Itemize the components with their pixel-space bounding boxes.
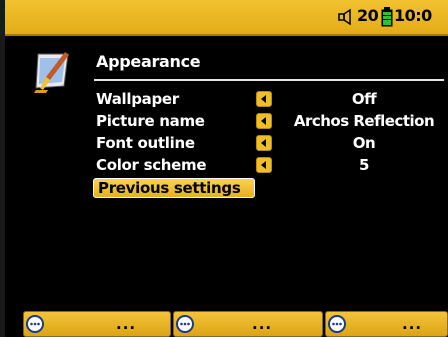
setting-row-picture-name[interactable]: Picture name Archos Reflection — [0, 112, 448, 132]
setting-value: Archos Reflection — [293, 112, 435, 130]
speaker-icon — [338, 8, 351, 26]
setting-value: Off — [351, 90, 377, 108]
setting-row-wallpaper[interactable]: Wallpaper Off — [0, 90, 448, 110]
clock: 10:0 — [394, 6, 432, 25]
menu-icon — [176, 315, 194, 333]
left-arrow-icon[interactable] — [256, 91, 272, 107]
battery-icon — [381, 7, 393, 27]
softkey-label: ... — [402, 315, 423, 333]
setting-row-font-outline[interactable]: Font outline On — [0, 134, 448, 154]
section-title: Appearance — [96, 52, 201, 71]
softkey-bar: ... ... ... — [5, 311, 448, 337]
setting-row-color-scheme[interactable]: Color scheme 5 — [0, 156, 448, 176]
softkey-label: ... — [116, 315, 137, 333]
left-arrow-icon[interactable] — [256, 113, 272, 129]
setting-label: Picture name — [96, 112, 205, 130]
setting-value: On — [352, 134, 376, 152]
left-arrow-icon[interactable] — [256, 157, 272, 173]
left-arrow-icon[interactable] — [256, 135, 272, 151]
setting-value: 5 — [359, 156, 369, 174]
softkey-left[interactable]: ... — [23, 311, 171, 337]
previous-settings-button[interactable]: Previous settings — [93, 178, 255, 198]
softkey-right[interactable]: ... — [325, 311, 448, 337]
setting-label: Font outline — [96, 134, 195, 152]
setting-label: Wallpaper — [96, 90, 179, 108]
setting-label: Color scheme — [96, 156, 207, 174]
softkey-middle[interactable]: ... — [173, 311, 323, 337]
paint-brush-icon — [34, 52, 69, 93]
status-bar: 20 10:0 — [5, 0, 448, 36]
softkey-label: ... — [252, 315, 273, 333]
menu-icon — [328, 315, 346, 333]
volume-level: 20 — [357, 6, 379, 25]
title-divider — [94, 79, 444, 81]
menu-icon — [26, 315, 44, 333]
